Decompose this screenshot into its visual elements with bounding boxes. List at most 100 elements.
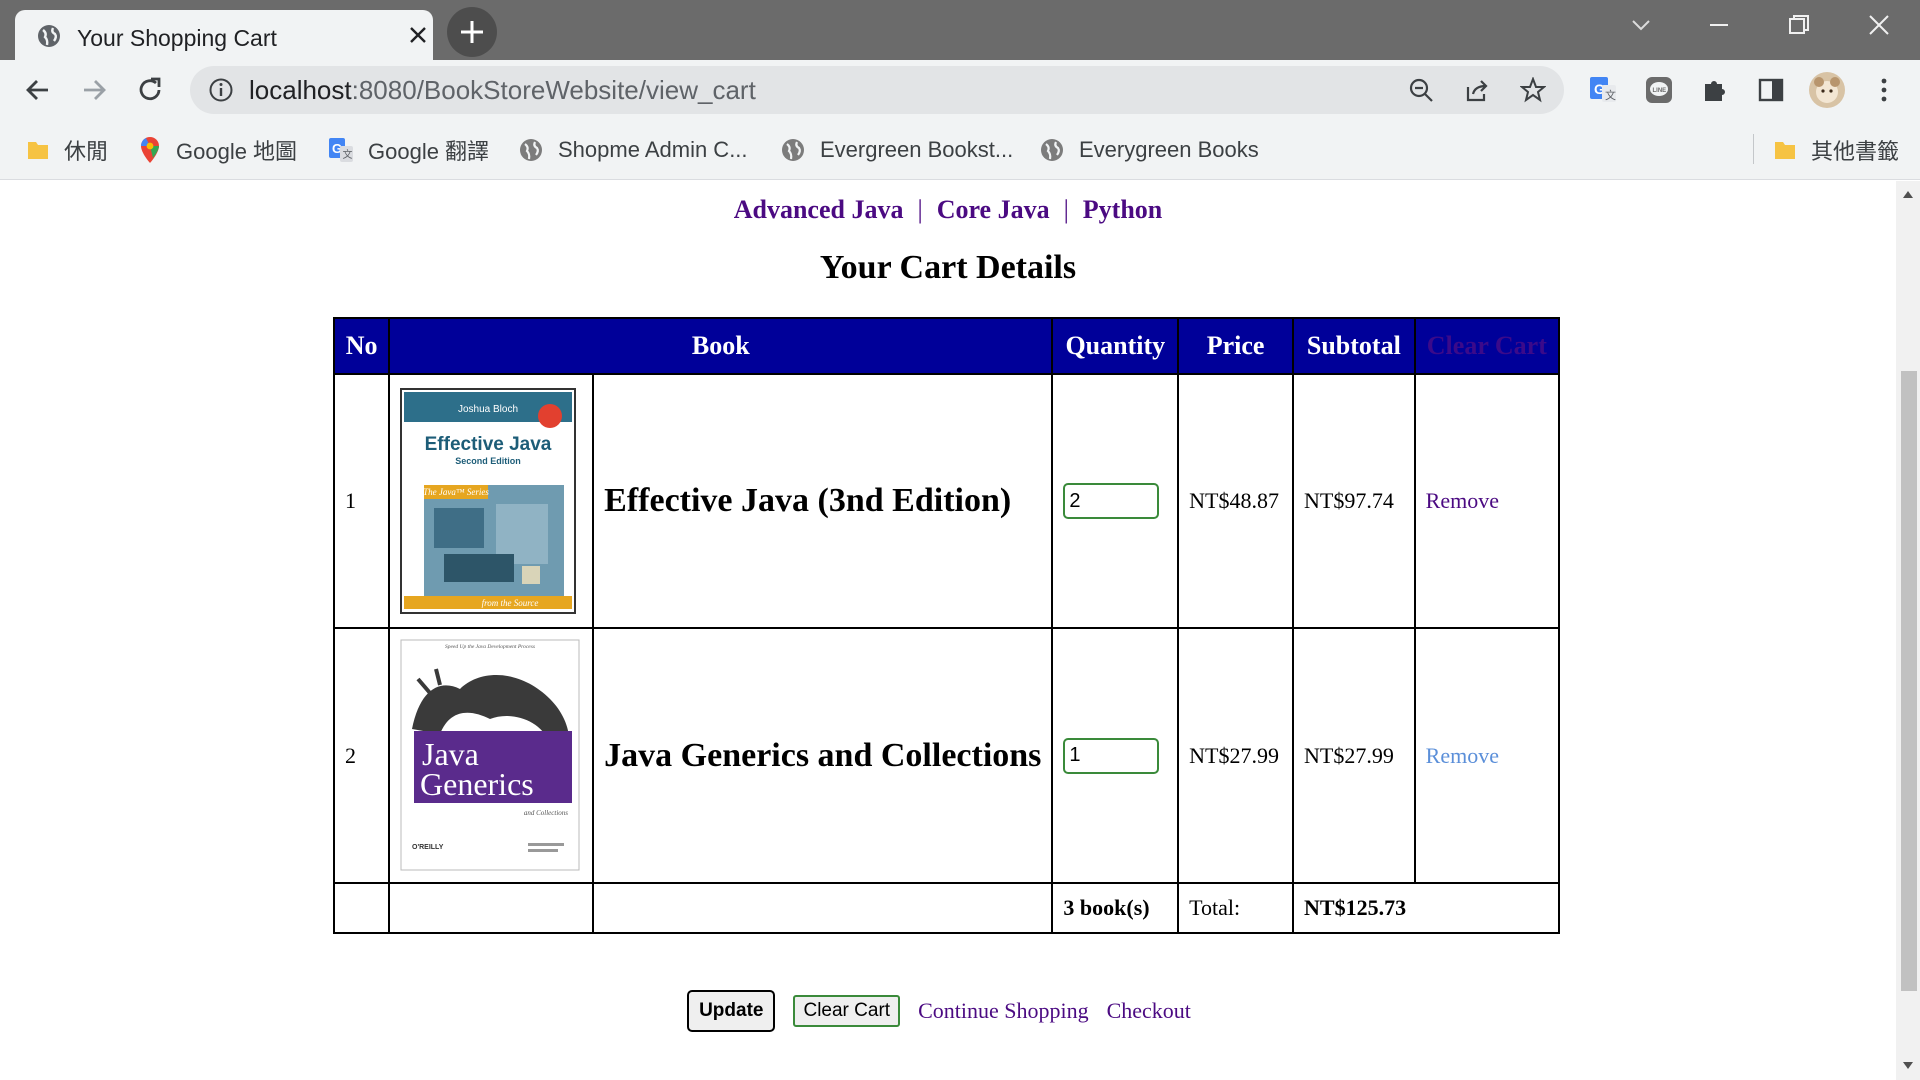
checkout-link[interactable]: Checkout xyxy=(1107,998,1191,1023)
bookmark-shopme-admin[interactable]: Shopme Admin C... xyxy=(518,134,748,166)
table-row: 2 Speed Up the Java Development Process … xyxy=(332,627,1561,884)
total-books: 3 book(s) xyxy=(1051,882,1180,934)
back-arrow-icon[interactable] xyxy=(24,76,52,109)
cover-edition: Second Edition xyxy=(455,456,521,466)
menu-dots-icon[interactable] xyxy=(1870,76,1898,109)
subtotal-cell: NT$97.74 xyxy=(1292,373,1416,629)
info-icon[interactable] xyxy=(208,77,234,108)
line-extension-icon[interactable]: LINE xyxy=(1644,75,1674,110)
nav-separator: | xyxy=(917,195,923,224)
quantity-input[interactable] xyxy=(1063,483,1160,519)
cover-tagline: from the Source xyxy=(482,598,539,608)
bookmark-label: Google 翻譯 xyxy=(368,139,490,164)
empty-cell xyxy=(592,882,1054,934)
clear-cart-button[interactable]: Clear Cart xyxy=(793,995,901,1027)
profile-avatar[interactable] xyxy=(1808,71,1846,114)
row-number: 1 xyxy=(332,373,391,629)
header-quantity: Quantity xyxy=(1051,317,1180,375)
row-number: 2 xyxy=(332,627,391,884)
restore-icon[interactable] xyxy=(1786,12,1812,43)
share-icon[interactable] xyxy=(1464,77,1490,108)
window-close-icon[interactable] xyxy=(1866,12,1892,43)
address-bar[interactable]: localhost:8080/BookStoreWebsite/view_car… xyxy=(190,66,1564,114)
quantity-cell xyxy=(1051,373,1180,629)
book-title-cell: Effective Java (3nd Edition) xyxy=(592,373,1054,629)
quantity-cell xyxy=(1051,627,1180,884)
browser-tab[interactable]: Your Shopping Cart xyxy=(15,10,433,60)
quantity-input[interactable] xyxy=(1063,737,1160,774)
nav-link-advanced-java[interactable]: Advanced Java xyxy=(734,195,904,224)
empty-cell xyxy=(388,882,595,934)
page-viewport: Advanced Java | Core Java | Python Your Cart… xyxy=(0,181,1896,1080)
extensions-puzzle-icon[interactable] xyxy=(1700,75,1730,110)
zoom-icon[interactable] xyxy=(1408,77,1434,108)
remove-cell: Remove xyxy=(1413,627,1561,884)
google-translate-icon: G文 xyxy=(328,137,354,163)
reload-icon[interactable] xyxy=(136,76,164,109)
book-cover-image-effective-java: Joshua Bloch Effective Java Second Editi… xyxy=(400,387,577,614)
book-title-cell: Java Generics and Collections xyxy=(592,627,1054,884)
bookmark-label: 其他書籤 xyxy=(1811,139,1900,164)
nav-link-core-java[interactable]: Core Java xyxy=(937,195,1050,224)
side-panel-icon[interactable] xyxy=(1756,75,1786,110)
clear-cart-header-link[interactable]: Clear Cart xyxy=(1413,317,1561,375)
bookmark-folder-leisure[interactable]: 休閒 xyxy=(26,134,108,166)
tab-title: Your Shopping Cart xyxy=(77,25,277,51)
page-title: Your Cart Details xyxy=(819,249,1077,286)
category-nav: Advanced Java | Core Java | Python xyxy=(0,195,1896,225)
bookmark-everygreen-books[interactable]: Everygreen Books xyxy=(1039,134,1259,166)
google-maps-icon xyxy=(138,136,162,164)
forward-arrow-icon[interactable] xyxy=(80,76,108,109)
book-title: Effective Java (3nd Edition) xyxy=(604,482,1012,519)
cover-title: Effective Java xyxy=(425,434,552,455)
tab-search-icon[interactable] xyxy=(1628,12,1654,43)
bookmarks-bar: 休閒 Google 地圖 G文 Google 翻譯 Shopme Admin C… xyxy=(0,120,1920,180)
bookmark-google-translate[interactable]: G文 Google 翻譯 xyxy=(328,134,489,166)
book-cover-cell: Speed Up the Java Development Process Ja… xyxy=(388,627,595,884)
star-icon[interactable] xyxy=(1519,76,1547,108)
bookmark-other-folder[interactable]: 其他書籤 xyxy=(1773,134,1899,166)
scrollbar-thumb[interactable] xyxy=(1901,371,1917,991)
cover-author: Joshua Bloch xyxy=(458,404,518,415)
header-subtotal: Subtotal xyxy=(1292,317,1416,375)
vertical-scrollbar[interactable] xyxy=(1896,181,1920,1080)
bookmark-google-maps[interactable]: Google 地圖 xyxy=(138,134,297,166)
close-icon[interactable] xyxy=(407,24,429,51)
scroll-down-arrow-icon[interactable] xyxy=(1902,1061,1914,1071)
cover-publisher: O'REILLY xyxy=(412,844,444,851)
browser-toolbar: localhost:8080/BookStoreWebsite/view_car… xyxy=(0,60,1920,120)
remove-link[interactable]: Remove xyxy=(1426,743,1499,768)
nav-link-python[interactable]: Python xyxy=(1083,195,1162,224)
minimize-icon[interactable] xyxy=(1706,12,1732,43)
book-title: Java Generics and Collections xyxy=(604,736,1042,774)
new-tab-button[interactable] xyxy=(447,7,497,57)
globe-icon xyxy=(36,23,62,54)
continue-shopping-link[interactable]: Continue Shopping xyxy=(918,998,1089,1023)
price-cell: NT$27.99 xyxy=(1177,627,1295,884)
table-header-row: No Book Quantity Price Subtotal Clear Ca… xyxy=(332,317,1561,375)
url-text[interactable]: localhost:8080/BookStoreWebsite/view_car… xyxy=(249,75,756,106)
scroll-up-arrow-icon[interactable] xyxy=(1902,189,1914,199)
cover-tagline: Speed Up the Java Development Process xyxy=(445,644,535,650)
cart-table: No Book Quantity Price Subtotal Clear Ca… xyxy=(332,317,1561,934)
plus-icon xyxy=(461,21,483,43)
globe-icon xyxy=(780,137,806,163)
cart-actions: Update Clear Cart Continue Shopping Checkou… xyxy=(0,990,1896,1032)
bookmark-label: Google 地圖 xyxy=(176,139,298,164)
bookmark-evergreen-bookstore[interactable]: Evergreen Bookst... xyxy=(780,134,1013,166)
browser-titlebar: Your Shopping Cart xyxy=(0,0,1920,60)
total-amount: NT$125.73 xyxy=(1292,882,1560,934)
globe-icon xyxy=(518,137,544,163)
cover-subtitle: and Collections xyxy=(524,809,568,817)
folder-icon xyxy=(1773,138,1797,162)
remove-link[interactable]: Remove xyxy=(1426,488,1499,513)
bookmarks-divider xyxy=(1753,134,1754,164)
google-translate-extension-icon[interactable]: G文 xyxy=(1588,75,1618,110)
update-button[interactable]: Update xyxy=(687,990,776,1032)
header-price: Price xyxy=(1177,317,1295,375)
header-book: Book xyxy=(388,317,1054,375)
price-cell: NT$48.87 xyxy=(1177,373,1295,629)
table-row: 1 Joshua Bloch Effective Java Second Edi… xyxy=(332,373,1561,629)
bookmark-label: Evergreen Bookst... xyxy=(820,137,1014,162)
svg-text:文: 文 xyxy=(1605,88,1616,102)
